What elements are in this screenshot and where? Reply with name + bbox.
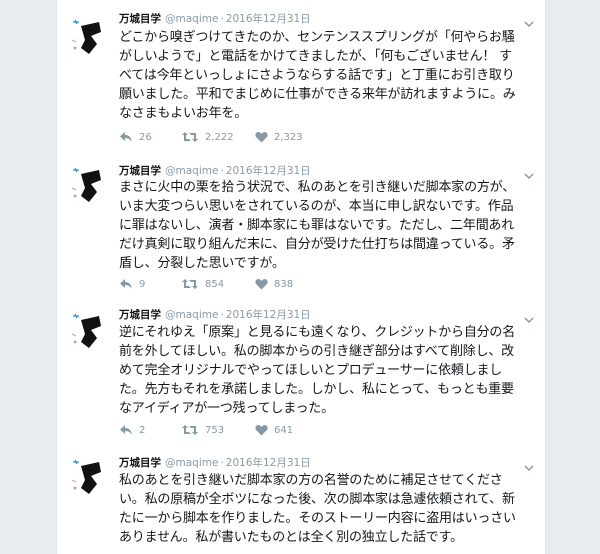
tweet-text: まさに火中の栗を拾う状況で、私のあとを引き継いだ脚本家の方が、 いま大変つらい思… xyxy=(119,178,527,273)
tweet-card[interactable]: 万城目学 @maqime · 2016年12月31日 私のあとを引き継いだ脚本家の方の… xyxy=(57,444,545,554)
tweet-text-line: がしいようで」と電話をかけてきましたが、「何もございません！ す xyxy=(119,49,512,64)
reply-button[interactable]: 2 xyxy=(119,424,145,436)
reply-button[interactable]: 26 xyxy=(119,131,152,143)
tweet-text-line: どこから嗅ぎつけてきたのか、センテンススプリングが「何やらお騒 xyxy=(119,30,515,45)
separator-dot: · xyxy=(220,165,224,177)
like-button[interactable]: 838 xyxy=(255,278,293,290)
reply-icon xyxy=(120,279,132,289)
like-count: 838 xyxy=(274,278,294,290)
tweet-text-line: 盾し、分裂した思いですが。 xyxy=(119,256,285,271)
tweet-card[interactable]: 万城目学 @maqime · 2016年12月31日 逆にそれゆえ「原案」と見るにも遠… xyxy=(57,298,545,445)
heart-icon xyxy=(255,132,268,143)
separator-dot: · xyxy=(220,309,224,321)
like-count: 641 xyxy=(274,424,294,436)
reply-button[interactable]: 9 xyxy=(119,278,145,290)
reply-count: 9 xyxy=(139,278,146,290)
tweet-text-line: まさに火中の栗を拾う状況で、私のあとを引き継いだ脚本家の方が、 xyxy=(119,180,516,195)
tweet-timestamp[interactable]: 2016年12月31日 xyxy=(226,13,311,25)
tweet-text-line: いま大変つらい思いをされているのが、本当に申し訳ないです。作品 xyxy=(119,199,514,214)
reply-icon xyxy=(120,425,132,435)
author-handle[interactable]: @maqime xyxy=(165,309,218,321)
author-name[interactable]: 万城目学 xyxy=(119,457,161,469)
chevron-down-icon[interactable] xyxy=(523,310,535,324)
like-count: 2,323 xyxy=(274,131,303,143)
reply-icon xyxy=(120,132,132,142)
author-handle[interactable]: @maqime xyxy=(165,13,218,25)
tweet-timestamp[interactable]: 2016年12月31日 xyxy=(226,309,311,321)
separator-dot: · xyxy=(220,13,224,25)
tweet-card[interactable]: 万城目学 @maqime · 2016年12月31日 どこから嗅ぎつけてきたのか、セン… xyxy=(57,0,545,157)
separator-dot: · xyxy=(220,457,224,469)
tweet-text-line: なさまもよいお年を。 xyxy=(119,106,248,121)
author-name[interactable]: 万城目学 xyxy=(119,13,161,25)
avatar[interactable] xyxy=(71,166,107,206)
tweet-text-line: た。先方もそれを承諾しました。しかし、私にとって、もっとも重要 xyxy=(119,382,514,397)
heart-icon xyxy=(255,425,268,436)
author-handle[interactable]: @maqime xyxy=(165,457,218,469)
tweet-text-line: べては今年といっしょにさようならする話です」と丁重にお引き取り xyxy=(119,68,515,83)
chevron-down-icon[interactable] xyxy=(523,458,535,472)
tweet-text-line: 逆にそれゆえ「原案」と見るにも遠くなり、クレジットから自分の名 xyxy=(119,325,516,340)
retweet-count: 854 xyxy=(205,278,225,290)
tweet-text: 逆にそれゆえ「原案」と見るにも遠くなり、クレジットから自分の名 前を外してほしい… xyxy=(119,323,527,418)
author-name[interactable]: 万城目学 xyxy=(119,165,161,177)
tweet-text-line: だけ真剣に取り組んだ末に、自分が受けた仕打ちは間違っている。矛 xyxy=(119,237,515,252)
tweet-header: 万城目学 @maqime · 2016年12月31日 xyxy=(119,164,311,178)
tweet-text-line: に罪はないし、演者・脚本家にも罪はないです。ただし、二年間あれ xyxy=(119,218,515,233)
tweet-text-line: 前を外してほしい。私の脚本からの引き継ぎ部分はすべて削除し、改 xyxy=(119,344,514,359)
retweet-count: 753 xyxy=(205,424,225,436)
author-handle[interactable]: @maqime xyxy=(165,165,218,177)
tweet-header: 万城目学 @maqime · 2016年12月31日 xyxy=(119,12,311,26)
tweet-text-line: なアイディアが一つ残ってしまった。 xyxy=(119,401,334,416)
retweet-icon xyxy=(182,132,198,142)
retweet-button[interactable]: 854 xyxy=(181,278,224,290)
retweet-button[interactable]: 2,222 xyxy=(181,131,234,143)
tweet-header: 万城目学 @maqime · 2016年12月31日 xyxy=(119,456,311,470)
tweet-text-line: たに一から脚本を作りました。そのストーリー内容に盗用はいっさい xyxy=(119,511,516,526)
retweet-icon xyxy=(182,425,198,435)
heart-icon xyxy=(255,279,268,290)
tweet-text-line: 願いました。平和でまじめに仕事ができる来年が訪れますように。み xyxy=(119,87,516,102)
tweet-card[interactable]: 万城目学 @maqime · 2016年12月31日 まさに火中の栗を拾う状況で、私の… xyxy=(57,156,545,299)
tweet-text-line: い。私の原稿が全ボツになった後、次の脚本家は急遽依頼されて、新 xyxy=(119,492,515,507)
reply-count: 26 xyxy=(139,131,152,143)
like-button[interactable]: 2,323 xyxy=(255,131,303,143)
tweet-header: 万城目学 @maqime · 2016年12月31日 xyxy=(119,308,311,322)
like-button[interactable]: 641 xyxy=(255,424,293,436)
tweet-text: 私のあとを引き継いだ脚本家の方の名誉のために補足させてくださ い。私の原稿が全ボ… xyxy=(119,471,527,547)
retweet-count: 2,222 xyxy=(205,131,234,143)
tweet-text-line: 私のあとを引き継いだ脚本家の方の名誉のために補足させてくださ xyxy=(119,473,503,488)
tweet-timestamp[interactable]: 2016年12月31日 xyxy=(226,457,311,469)
tweet-text: どこから嗅ぎつけてきたのか、センテンススプリングが「何やらお騒 がしいようで」と… xyxy=(119,28,527,123)
avatar[interactable] xyxy=(71,18,107,58)
chevron-down-icon[interactable] xyxy=(523,166,535,180)
reply-count: 2 xyxy=(139,424,146,436)
tweet-timestamp[interactable]: 2016年12月31日 xyxy=(226,165,311,177)
author-name[interactable]: 万城目学 xyxy=(119,309,161,321)
timeline: 万城目学 @maqime · 2016年12月31日 どこから嗅ぎつけてきたのか、セン… xyxy=(56,0,546,554)
retweet-button[interactable]: 753 xyxy=(181,424,224,436)
chevron-down-icon[interactable] xyxy=(523,14,535,28)
avatar[interactable] xyxy=(71,312,107,352)
retweet-icon xyxy=(182,279,198,289)
tweet-text-line: めて完全オリジナルでやってほしいとプロデューサーに依頼しまし xyxy=(119,363,503,378)
tweet-text-line: ありません。私が書いたものとは全く別の独立した話です。 xyxy=(119,530,463,545)
avatar[interactable] xyxy=(71,458,107,498)
